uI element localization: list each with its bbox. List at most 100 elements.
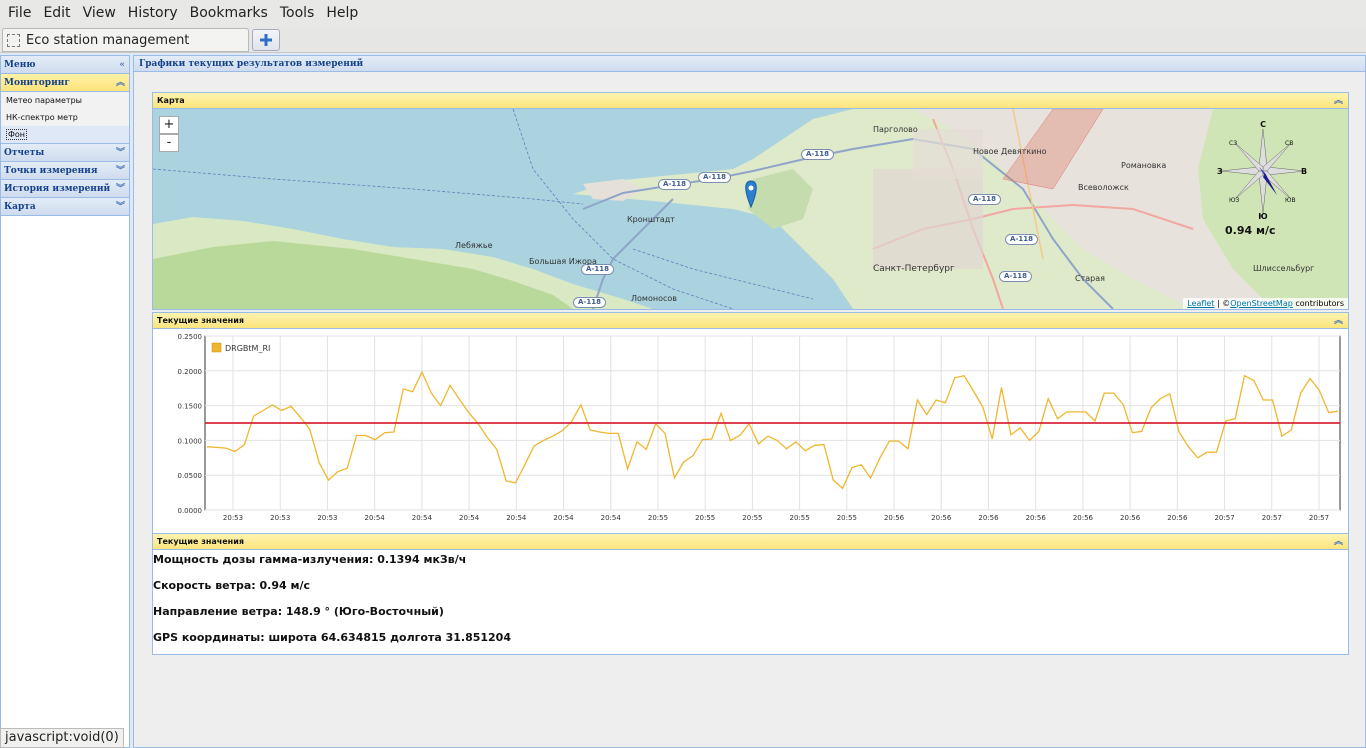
menu-file[interactable]: File [2, 0, 37, 27]
y-tick-label: 0.2000 [178, 368, 203, 376]
chevron-down-icon[interactable]: ︾ [116, 180, 125, 198]
browser-tabbar: Eco station management [0, 27, 1366, 53]
section-map[interactable]: Карта ︾ [1, 198, 129, 216]
map-view[interactable]: С Ю В З СВ СЗ ЮВ ЮЗ А-118 А-118 А-118 А-… [153, 109, 1348, 309]
chevron-up-icon[interactable]: ︽ [1334, 313, 1343, 329]
compass-n: С [1260, 120, 1266, 129]
city-label: Санкт-Петербург [873, 264, 955, 274]
x-tick-label: 20:55 [695, 514, 715, 522]
menu-history[interactable]: History [122, 0, 184, 27]
section-measure-points[interactable]: Точки измерения ︾ [1, 162, 129, 180]
x-tick-label: 20:56 [1120, 514, 1141, 522]
city-label: Парголово [873, 125, 918, 134]
item-label: Метео параметры [6, 96, 82, 105]
zoom-out-button[interactable]: - [159, 134, 179, 152]
chart-panel: Текущие значения ︽ 0.0000 0.0500 0.1000 0.1… [152, 312, 1349, 536]
highway-label: А-118 [968, 194, 1001, 205]
y-tick-label: 0.1000 [178, 437, 203, 445]
app-viewport: Меню « Мониторинг ︽ Метео параметры НК-с… [0, 53, 1366, 748]
chevron-up-icon[interactable]: ︽ [116, 74, 125, 92]
x-tick-label: 20:53 [223, 514, 243, 522]
x-tick-label: 20:55 [790, 514, 810, 522]
chart-panel-header: Текущие значения ︽ [153, 313, 1348, 329]
tab-eco-station[interactable]: Eco station management [2, 28, 249, 52]
dose-rate-value: Мощность дозы гамма-излучения: 0.1394 мк… [153, 553, 467, 566]
section-label: Отчеты [4, 148, 45, 158]
wind-speed-value: Скорость ветра: 0.94 м/с [153, 579, 311, 592]
city-label: Лебяжье [455, 241, 493, 250]
menu-edit[interactable]: Edit [37, 0, 76, 27]
values-body: Мощность дозы гамма-излучения: 0.1394 мк… [153, 550, 1348, 654]
x-tick-label: 20:55 [837, 514, 857, 522]
highway-label: А-118 [801, 149, 834, 160]
menu-help[interactable]: Help [320, 0, 364, 27]
x-tick-label: 20:55 [648, 514, 668, 522]
compass-s: Ю [1258, 212, 1267, 221]
chevron-up-icon[interactable]: ︽ [1334, 534, 1343, 550]
section-reports[interactable]: Отчеты ︾ [1, 144, 129, 162]
chevron-down-icon[interactable]: ︾ [116, 144, 125, 162]
sidebar-item-meteo[interactable]: Метео параметры [1, 92, 129, 109]
y-tick-label: 0.2500 [178, 333, 203, 341]
city-label: Романовка [1121, 161, 1167, 170]
city-label: Всеволожск [1078, 183, 1129, 192]
section-label: Карта [4, 202, 36, 212]
leaflet-link[interactable]: Leaflet [1187, 299, 1214, 308]
x-tick-label: 20:54 [506, 514, 527, 522]
osm-link[interactable]: OpenStreetMap [1230, 299, 1293, 308]
menu-tools[interactable]: Tools [274, 0, 321, 27]
map-tiles: С Ю В З СВ СЗ ЮВ ЮЗ [153, 109, 1348, 309]
highway-label: А-118 [999, 271, 1032, 282]
section-monitoring[interactable]: Мониторинг ︽ [1, 74, 129, 92]
x-tick-label: 20:53 [270, 514, 290, 522]
x-tick-label: 20:57 [1214, 514, 1234, 522]
monitoring-items: Метео параметры НК-спектро метр Фон [1, 92, 129, 144]
chevron-down-icon[interactable]: ︾ [116, 162, 125, 180]
wind-direction-value: Направление ветра: 148.9 ° (Юго-Восточны… [153, 605, 444, 618]
menu-view[interactable]: View [77, 0, 122, 27]
section-label: История измерений [4, 184, 111, 194]
sidebar-item-spectrometer[interactable]: НК-спектро метр [1, 109, 129, 126]
sidebar-item-background[interactable]: Фон [1, 126, 129, 143]
x-tick-label: 20:54 [365, 514, 386, 522]
gps-coordinates-value: GPS координаты: широта 64.634815 долгота… [153, 631, 511, 644]
status-bar-url: javascript:void(0) [0, 728, 124, 748]
highway-label: А-118 [1005, 234, 1038, 245]
section-history[interactable]: История измерений ︾ [1, 180, 129, 198]
compass-nw: СЗ [1229, 140, 1237, 147]
main-panel: Графики текущих результатов измерений Ка… [133, 55, 1366, 748]
city-label: Ломоносов [631, 294, 677, 303]
highway-label: А-118 [698, 172, 731, 183]
x-tick-label: 20:57 [1309, 514, 1329, 522]
compass-ne: СВ [1285, 140, 1293, 147]
highway-label: А-118 [573, 297, 606, 308]
attribution-suffix: contributors [1292, 299, 1344, 308]
panel-title: Карта [157, 96, 185, 105]
compass-w: З [1217, 167, 1223, 176]
map-panel: Карта ︽ С Ю В З СВ СЗ ЮВ ЮЗ А-118 А-118 … [152, 92, 1349, 310]
x-tick-label: 20:53 [317, 514, 337, 522]
line-chart: 0.0000 0.0500 0.1000 0.1500 0.2000 0.2500 20:5… [178, 333, 1341, 522]
city-label: Новое Девяткино [973, 147, 1047, 156]
menu-bookmarks[interactable]: Bookmarks [184, 0, 274, 27]
y-tick-label: 0.0500 [178, 472, 203, 480]
page-icon [7, 33, 20, 47]
chevron-up-icon[interactable]: ︽ [1334, 93, 1343, 109]
zoom-in-button[interactable]: + [159, 116, 179, 134]
city-label: Старая [1075, 274, 1105, 283]
x-tick-label: 20:56 [1167, 514, 1188, 522]
new-tab-button[interactable] [252, 29, 280, 51]
browser-menubar: File Edit View History Bookmarks Tools Help [0, 0, 1366, 27]
city-label: Шлиссельбург [1253, 264, 1315, 273]
x-tick-label: 20:56 [1026, 514, 1047, 522]
values-panel-header: Текущие значения ︽ [153, 534, 1348, 550]
panel-title: Текущие значения [157, 316, 244, 325]
x-tick-label: 20:54 [601, 514, 622, 522]
compass-sw: ЮЗ [1229, 197, 1239, 204]
chevron-down-icon[interactable]: ︾ [116, 198, 125, 216]
collapse-left-icon[interactable]: « [119, 56, 125, 74]
tab-title: Eco station management [26, 32, 190, 48]
sidebar: Меню « Мониторинг ︽ Метео параметры НК-с… [0, 55, 130, 748]
map-panel-header: Карта ︽ [153, 93, 1348, 109]
item-label: НК-спектро метр [6, 113, 78, 122]
